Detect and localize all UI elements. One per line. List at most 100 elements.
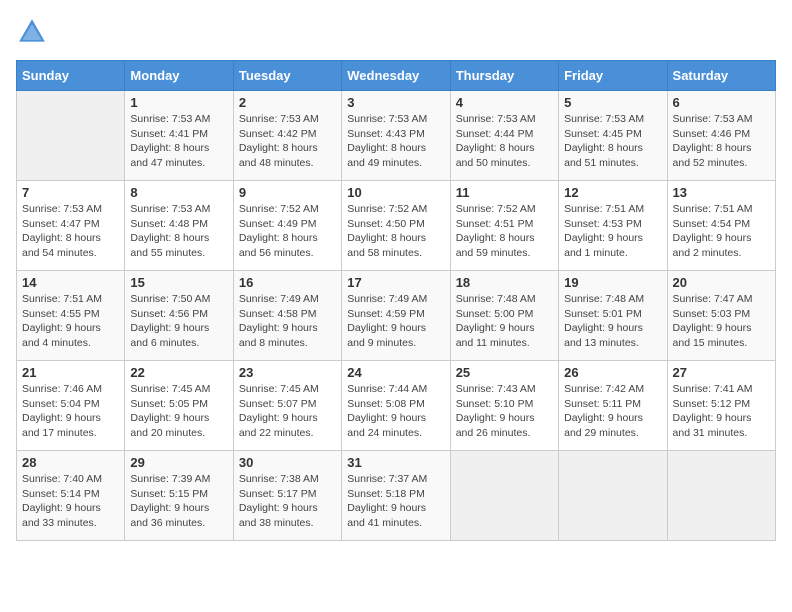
calendar-cell: 21Sunrise: 7:46 AMSunset: 5:04 PMDayligh… (17, 361, 125, 451)
day-info: Sunrise: 7:51 AMSunset: 4:55 PMDaylight:… (22, 292, 119, 351)
calendar-cell: 10 Sunrise: 7:52 AMSunset: 4:50 PMDayligh… (342, 181, 450, 271)
day-info: Sunrise: 7:40 AMSunset: 5:14 PMDaylight:… (22, 472, 119, 531)
day-info: Sunrise: 7:53 AMSunset: 4:41 PMDaylight:… (130, 112, 227, 171)
calendar-cell (559, 451, 667, 541)
day-info: Sunrise: 7:41 AMSunset: 5:12 PMDaylight:… (673, 382, 770, 441)
calendar-cell: 19 Sunrise: 7:48 AMSunset: 5:01 PMDayligh… (559, 271, 667, 361)
calendar-cell: 25 Sunrise: 7:43 AMSunset: 5:10 PMDayligh… (450, 361, 558, 451)
day-info: Sunrise: 7:38 AMSunset: 5:17 PMDaylight:… (239, 472, 336, 531)
day-info: Sunrise: 7:43 AMSunset: 5:10 PMDaylight:… (456, 382, 553, 441)
day-number: 27 (673, 365, 770, 380)
calendar-cell: 12 Sunrise: 7:51 AMSunset: 4:53 PMDayligh… (559, 181, 667, 271)
day-info: Sunrise: 7:48 AMSunset: 5:01 PMDaylight:… (564, 292, 661, 351)
day-info: Sunrise: 7:52 AMSunset: 4:50 PMDaylight:… (347, 202, 444, 261)
day-info: Sunrise: 7:52 AMSunset: 4:49 PMDaylight:… (239, 202, 336, 261)
day-info: Sunrise: 7:48 AMSunset: 5:00 PMDaylight:… (456, 292, 553, 351)
day-info: Sunrise: 7:50 AMSunset: 4:56 PMDaylight:… (130, 292, 227, 351)
day-number: 21 (22, 365, 119, 380)
calendar-week-row: 14 Sunrise: 7:51 AMSunset: 4:55 PMDayligh… (17, 271, 776, 361)
calendar-cell: 16Sunrise: 7:49 AMSunset: 4:58 PMDayligh… (233, 271, 341, 361)
day-info: Sunrise: 7:49 AMSunset: 4:59 PMDaylight:… (347, 292, 444, 351)
page-header (16, 16, 776, 48)
day-info: Sunrise: 7:53 AMSunset: 4:42 PMDaylight:… (239, 112, 336, 171)
day-number: 6 (673, 95, 770, 110)
calendar-header-row: SundayMondayTuesdayWednesdayThursdayFrid… (17, 61, 776, 91)
day-number: 28 (22, 455, 119, 470)
day-info: Sunrise: 7:49 AMSunset: 4:58 PMDaylight:… (239, 292, 336, 351)
calendar-day-header: Tuesday (233, 61, 341, 91)
day-info: Sunrise: 7:47 AMSunset: 5:03 PMDaylight:… (673, 292, 770, 351)
day-info: Sunrise: 7:37 AMSunset: 5:18 PMDaylight:… (347, 472, 444, 531)
day-number: 3 (347, 95, 444, 110)
day-info: Sunrise: 7:39 AMSunset: 5:15 PMDaylight:… (130, 472, 227, 531)
calendar-cell: 15 Sunrise: 7:50 AMSunset: 4:56 PMDayligh… (125, 271, 233, 361)
day-info: Sunrise: 7:53 AMSunset: 4:48 PMDaylight:… (130, 202, 227, 261)
calendar-cell: 6 Sunrise: 7:53 AMSunset: 4:46 PMDaylight… (667, 91, 775, 181)
day-number: 14 (22, 275, 119, 290)
day-info: Sunrise: 7:52 AMSunset: 4:51 PMDaylight:… (456, 202, 553, 261)
logo-icon (16, 16, 48, 48)
calendar-cell: 29 Sunrise: 7:39 AMSunset: 5:15 PMDayligh… (125, 451, 233, 541)
day-number: 15 (130, 275, 227, 290)
calendar-cell: 7 Sunrise: 7:53 AMSunset: 4:47 PMDaylight… (17, 181, 125, 271)
calendar-cell: 2 Sunrise: 7:53 AMSunset: 4:42 PMDaylight… (233, 91, 341, 181)
calendar-cell: 26 Sunrise: 7:42 AMSunset: 5:11 PMDayligh… (559, 361, 667, 451)
day-number: 29 (130, 455, 227, 470)
calendar-cell: 18 Sunrise: 7:48 AMSunset: 5:00 PMDayligh… (450, 271, 558, 361)
day-info: Sunrise: 7:53 AMSunset: 4:44 PMDaylight:… (456, 112, 553, 171)
calendar-cell: 5Sunrise: 7:53 AMSunset: 4:45 PMDaylight… (559, 91, 667, 181)
calendar-cell (667, 451, 775, 541)
day-number: 12 (564, 185, 661, 200)
day-number: 25 (456, 365, 553, 380)
day-number: 9 (239, 185, 336, 200)
calendar-day-header: Saturday (667, 61, 775, 91)
calendar-cell: 27 Sunrise: 7:41 AMSunset: 5:12 PMDayligh… (667, 361, 775, 451)
day-info: Sunrise: 7:53 AMSunset: 4:43 PMDaylight:… (347, 112, 444, 171)
day-number: 18 (456, 275, 553, 290)
calendar-cell: 22 Sunrise: 7:45 AMSunset: 5:05 PMDayligh… (125, 361, 233, 451)
day-number: 5 (564, 95, 661, 110)
calendar-week-row: 21Sunrise: 7:46 AMSunset: 5:04 PMDayligh… (17, 361, 776, 451)
calendar-cell: 28 Sunrise: 7:40 AMSunset: 5:14 PMDayligh… (17, 451, 125, 541)
day-info: Sunrise: 7:45 AMSunset: 5:07 PMDaylight:… (239, 382, 336, 441)
calendar-cell: 14 Sunrise: 7:51 AMSunset: 4:55 PMDayligh… (17, 271, 125, 361)
calendar-cell: 8Sunrise: 7:53 AMSunset: 4:48 PMDaylight… (125, 181, 233, 271)
calendar-cell: 24 Sunrise: 7:44 AMSunset: 5:08 PMDayligh… (342, 361, 450, 451)
day-number: 1 (130, 95, 227, 110)
day-number: 19 (564, 275, 661, 290)
day-number: 26 (564, 365, 661, 380)
calendar-cell: 17 Sunrise: 7:49 AMSunset: 4:59 PMDayligh… (342, 271, 450, 361)
day-number: 22 (130, 365, 227, 380)
calendar-day-header: Friday (559, 61, 667, 91)
day-number: 24 (347, 365, 444, 380)
calendar-week-row: 7 Sunrise: 7:53 AMSunset: 4:47 PMDaylight… (17, 181, 776, 271)
calendar-week-row: 1 Sunrise: 7:53 AMSunset: 4:41 PMDaylight… (17, 91, 776, 181)
day-number: 4 (456, 95, 553, 110)
calendar-cell: 13Sunrise: 7:51 AMSunset: 4:54 PMDayligh… (667, 181, 775, 271)
day-info: Sunrise: 7:53 AMSunset: 4:47 PMDaylight:… (22, 202, 119, 261)
calendar-cell: 31Sunrise: 7:37 AMSunset: 5:18 PMDayligh… (342, 451, 450, 541)
day-info: Sunrise: 7:45 AMSunset: 5:05 PMDaylight:… (130, 382, 227, 441)
day-number: 13 (673, 185, 770, 200)
day-info: Sunrise: 7:44 AMSunset: 5:08 PMDaylight:… (347, 382, 444, 441)
day-number: 30 (239, 455, 336, 470)
calendar-cell: 3 Sunrise: 7:53 AMSunset: 4:43 PMDaylight… (342, 91, 450, 181)
calendar-cell: 30 Sunrise: 7:38 AMSunset: 5:17 PMDayligh… (233, 451, 341, 541)
day-number: 7 (22, 185, 119, 200)
calendar-cell: 4 Sunrise: 7:53 AMSunset: 4:44 PMDaylight… (450, 91, 558, 181)
calendar-cell: 1 Sunrise: 7:53 AMSunset: 4:41 PMDaylight… (125, 91, 233, 181)
logo (16, 16, 52, 48)
day-number: 2 (239, 95, 336, 110)
day-number: 10 (347, 185, 444, 200)
day-number: 23 (239, 365, 336, 380)
calendar-day-header: Monday (125, 61, 233, 91)
calendar-cell: 20 Sunrise: 7:47 AMSunset: 5:03 PMDayligh… (667, 271, 775, 361)
day-info: Sunrise: 7:42 AMSunset: 5:11 PMDaylight:… (564, 382, 661, 441)
calendar-cell: 9 Sunrise: 7:52 AMSunset: 4:49 PMDaylight… (233, 181, 341, 271)
calendar-day-header: Thursday (450, 61, 558, 91)
day-number: 20 (673, 275, 770, 290)
day-number: 17 (347, 275, 444, 290)
calendar-cell: 11Sunrise: 7:52 AMSunset: 4:51 PMDayligh… (450, 181, 558, 271)
day-info: Sunrise: 7:53 AMSunset: 4:46 PMDaylight:… (673, 112, 770, 171)
day-info: Sunrise: 7:51 AMSunset: 4:53 PMDaylight:… (564, 202, 661, 261)
